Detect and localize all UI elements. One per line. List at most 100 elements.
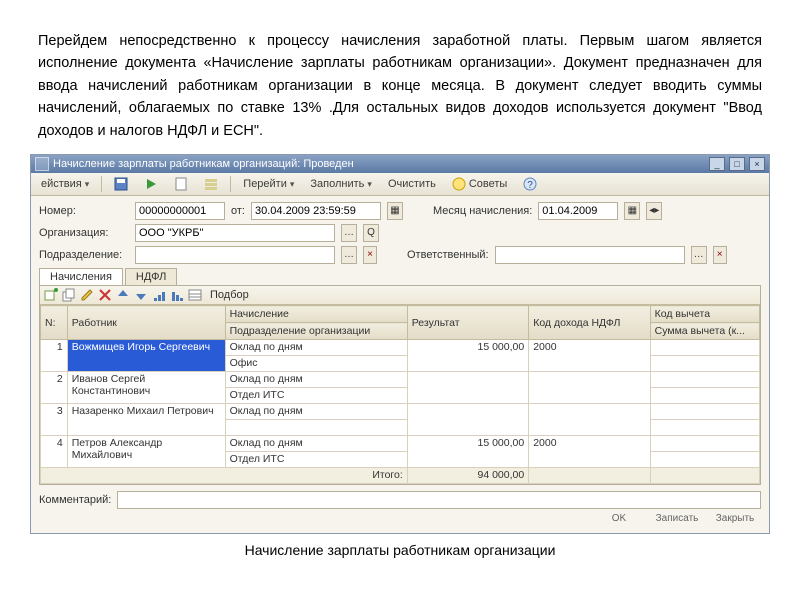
comment-label: Комментарий: [39,494,111,506]
cell-employee[interactable]: Петров Александр Михайлович [67,436,225,468]
responsible-clear-button[interactable]: × [713,246,727,264]
total-label: Итого: [41,468,408,484]
cell-n[interactable]: 2 [41,372,68,404]
cell-employee[interactable]: Назаренко Михаил Петрович [67,404,225,436]
app-window: Начисление зарплаты работникам организац… [30,154,770,534]
grid: Подбор N: Работник Начисление Результат … [39,285,761,485]
cell-accrual[interactable]: Оклад по дням [225,404,407,420]
division-field[interactable] [135,246,335,264]
cell-division[interactable] [225,420,407,436]
col-n[interactable]: N: [41,306,68,340]
cell-deduction-sum[interactable] [650,452,759,468]
tabs: Начисления НДФЛ [39,268,761,285]
intro-text: Перейдем непосредственно к процессу начи… [0,0,800,154]
comment-field[interactable] [117,491,761,509]
cell-deduction-code[interactable] [650,372,759,388]
actions-menu[interactable]: ействия ▾ [35,176,95,192]
lists-icon[interactable] [198,175,224,193]
copy-row-icon[interactable] [62,288,76,302]
cell-accrual[interactable]: Оклад по дням [225,340,407,356]
col-ndfl[interactable]: Код дохода НДФЛ [529,306,650,340]
close-button[interactable]: × [749,157,765,171]
cell-deduction-code[interactable] [650,436,759,452]
advice-button[interactable]: Советы [446,175,513,193]
play-icon[interactable] [138,175,164,193]
tab-ndfl[interactable]: НДФЛ [125,268,177,285]
from-label: от: [231,205,245,217]
cell-employee[interactable]: Иванов Сергей Константинович [67,372,225,404]
col-employee[interactable]: Работник [67,306,225,340]
window-title: Начисление зарплаты работникам организац… [53,158,354,170]
add-row-icon[interactable] [44,288,58,302]
sort-asc-icon[interactable] [152,288,166,302]
document-icon[interactable] [168,175,194,193]
date-picker-button[interactable]: ▦ [387,202,403,220]
org-field[interactable] [135,224,335,242]
cell-n[interactable]: 1 [41,340,68,372]
cell-deduction-code[interactable] [650,340,759,356]
cell-n[interactable]: 4 [41,436,68,468]
responsible-field[interactable] [495,246,685,264]
division-label: Подразделение: [39,249,129,261]
cell-ndfl[interactable] [529,404,650,436]
sort-desc-icon[interactable] [170,288,184,302]
ok-button[interactable]: OK [593,513,645,525]
cell-division[interactable]: Офис [225,356,407,372]
org-pick-button[interactable]: … [341,224,357,242]
cell-accrual[interactable]: Оклад по дням [225,436,407,452]
month-field[interactable] [538,202,618,220]
cell-deduction-code[interactable] [650,404,759,420]
cell-result[interactable]: 15 000,00 [407,436,528,468]
org-open-button[interactable]: Q [363,224,379,242]
col-result[interactable]: Результат [407,306,528,340]
col-deduction-sum[interactable]: Сумма вычета (к... [650,323,759,340]
number-field[interactable] [135,202,225,220]
selection-button[interactable]: Подбор [210,289,249,301]
cell-ndfl[interactable] [529,372,650,404]
cell-division[interactable]: Отдел ИТС [225,388,407,404]
figure-caption: Начисление зарплаты работникам организац… [0,542,800,558]
close-form-button[interactable]: Закрыть [709,513,761,525]
minimize-button[interactable]: _ [709,157,725,171]
col-deduction-code[interactable]: Код вычета [650,306,759,323]
form-area: Номер: от: ▦ Месяц начисления: ▦ ◂▸ Орга… [31,196,769,533]
date-field[interactable] [251,202,381,220]
responsible-pick-button[interactable]: … [691,246,707,264]
total-value: 94 000,00 [407,468,528,484]
division-clear-button[interactable]: × [363,246,377,264]
cell-n[interactable]: 3 [41,404,68,436]
goto-menu[interactable]: Перейти ▾ [237,176,300,192]
cell-deduction-sum[interactable] [650,420,759,436]
col-accrual[interactable]: Начисление [225,306,407,323]
edit-row-icon[interactable] [80,288,94,302]
col-division[interactable]: Подразделение организации [225,323,407,340]
move-down-icon[interactable] [134,288,148,302]
cell-deduction-sum[interactable] [650,356,759,372]
cell-employee[interactable]: Вожмищев Игорь Сергеевич [67,340,225,372]
save-icon[interactable] [108,175,134,193]
division-pick-button[interactable]: … [341,246,357,264]
month-picker-button[interactable]: ▦ [624,202,640,220]
tab-accruals[interactable]: Начисления [39,268,123,285]
fill-menu[interactable]: Заполнить ▾ [304,176,378,192]
write-button[interactable]: Записать [651,513,703,525]
clear-button[interactable]: Очистить [382,176,442,192]
cell-division[interactable]: Отдел ИТС [225,452,407,468]
move-up-icon[interactable] [116,288,130,302]
cell-result[interactable] [407,404,528,436]
cell-ndfl[interactable]: 2000 [529,340,650,372]
cell-ndfl[interactable]: 2000 [529,436,650,468]
org-label: Организация: [39,227,129,239]
cell-accrual[interactable]: Оклад по дням [225,372,407,388]
help-icon[interactable]: ? [517,175,543,193]
cell-result[interactable] [407,372,528,404]
toolbar: ействия ▾ Перейти ▾ Заполнить ▾ Очистить… [31,173,769,196]
delete-row-icon[interactable] [98,288,112,302]
cell-result[interactable]: 15 000,00 [407,340,528,372]
month-stepper[interactable]: ◂▸ [646,202,662,220]
maximize-button[interactable]: □ [729,157,745,171]
cell-deduction-sum[interactable] [650,388,759,404]
number-label: Номер: [39,205,129,217]
footer: OK Записать Закрыть [39,513,761,525]
table-icon[interactable] [188,288,202,302]
